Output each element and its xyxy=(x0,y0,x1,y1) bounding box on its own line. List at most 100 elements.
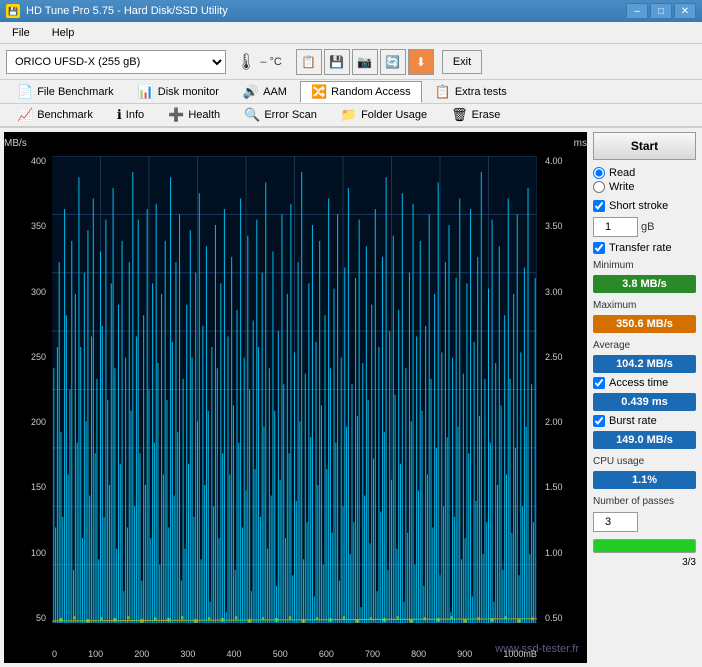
aam-icon: 🔊 xyxy=(243,84,259,100)
transfer-rate-input[interactable] xyxy=(593,242,605,254)
progress-bar-container xyxy=(593,539,696,553)
chart-container: 400 350 300 250 200 150 100 50 MB/s ms xyxy=(4,132,587,663)
minimum-label: Minimum xyxy=(593,260,696,271)
y-label-100: 100 xyxy=(31,548,46,558)
x-label-800: 800 xyxy=(411,649,426,659)
y-label-150: 150 xyxy=(31,482,46,492)
window-title: HD Tune Pro 5.75 - Hard Disk/SSD Utility xyxy=(26,5,228,17)
temp-icon: 🌡 xyxy=(236,52,256,72)
icon-btn-4[interactable]: 🔄 xyxy=(380,49,406,75)
y-right-label-150: 1.50 xyxy=(545,482,563,492)
icon-btn-1[interactable]: 📋 xyxy=(296,49,322,75)
start-button[interactable]: Start xyxy=(593,132,696,160)
transfer-rate-checkbox[interactable]: Transfer rate xyxy=(593,242,696,254)
tab-folder-usage[interactable]: 📁 Folder Usage xyxy=(330,104,438,126)
progress-label: 3/3 xyxy=(682,557,696,568)
access-time-checkbox[interactable]: Access time xyxy=(593,377,696,389)
tab-folder-usage-label: Folder Usage xyxy=(361,109,427,121)
average-label: Average xyxy=(593,340,696,351)
short-stroke-value[interactable] xyxy=(593,217,638,237)
tab-health-label: Health xyxy=(188,109,220,121)
tab-random-access-label: Random Access xyxy=(331,86,410,98)
tab-file-benchmark[interactable]: 📄 File Benchmark xyxy=(6,81,125,103)
icon-btn-3[interactable]: 📷 xyxy=(352,49,378,75)
access-time-label: Access time xyxy=(609,377,668,389)
chart-canvas xyxy=(52,156,537,623)
disk-monitor-icon: 📊 xyxy=(138,84,154,100)
x-axis: 0 100 200 300 400 500 600 700 800 900 10… xyxy=(52,649,537,659)
y-right-label-200: 2.00 xyxy=(545,417,563,427)
short-stroke-label: Short stroke xyxy=(609,200,668,212)
y-axis-right: 4.00 3.50 3.00 2.50 2.00 1.50 1.00 0.50 xyxy=(541,156,587,623)
y-right-label-300: 3.00 xyxy=(545,287,563,297)
burst-rate-checkbox[interactable]: Burst rate xyxy=(593,415,696,427)
short-stroke-checkbox[interactable]: Short stroke xyxy=(593,200,696,212)
watermark: www.ssd-tester.fr xyxy=(495,643,579,655)
tab-file-benchmark-label: File Benchmark xyxy=(37,86,113,98)
burst-rate-input[interactable] xyxy=(593,415,605,427)
random-access-icon: 🔀 xyxy=(311,84,327,100)
help-menu[interactable]: Help xyxy=(46,25,81,41)
exit-button[interactable]: Exit xyxy=(442,50,482,74)
tab-random-access[interactable]: 🔀 Random Access xyxy=(300,81,422,103)
icon-btn-2[interactable]: 💾 xyxy=(324,49,350,75)
radio-read[interactable]: Read xyxy=(593,167,696,179)
radio-read-label: Read xyxy=(609,167,635,179)
file-benchmark-icon: 📄 xyxy=(17,84,33,100)
radio-group-rw: Read Write xyxy=(593,167,696,193)
tab-health[interactable]: ➕ Health xyxy=(157,104,231,126)
short-stroke-input[interactable] xyxy=(593,200,605,212)
file-menu[interactable]: File xyxy=(6,25,36,41)
tab-benchmark[interactable]: 📈 Benchmark xyxy=(6,104,104,126)
x-label-200: 200 xyxy=(134,649,149,659)
tab-extra-tests[interactable]: 📋 Extra tests xyxy=(424,81,518,103)
y-right-label-350: 3.50 xyxy=(545,221,563,231)
passes-value[interactable] xyxy=(593,512,638,532)
tab-info[interactable]: ℹ Info xyxy=(106,104,155,126)
y-label-300: 300 xyxy=(31,287,46,297)
tab-disk-monitor[interactable]: 📊 Disk monitor xyxy=(127,81,230,103)
radio-read-input[interactable] xyxy=(593,167,605,179)
health-icon: ➕ xyxy=(168,107,184,123)
error-scan-icon: 🔍 xyxy=(244,107,260,123)
y-label-400: 400 xyxy=(31,156,46,166)
y-right-label-250: 2.50 xyxy=(545,352,563,362)
y-axis-label-mbs: MB/s xyxy=(4,138,27,149)
burst-rate-value: 149.0 MB/s xyxy=(593,431,696,449)
tab-erase[interactable]: 🗑 Erase xyxy=(440,104,511,126)
chart-svg xyxy=(52,156,537,623)
tab-disk-monitor-label: Disk monitor xyxy=(158,86,219,98)
tab-aam[interactable]: 🔊 AAM xyxy=(232,81,298,103)
x-label-900: 900 xyxy=(457,649,472,659)
tab-bar-1: 📄 File Benchmark 📊 Disk monitor 🔊 AAM 🔀 … xyxy=(0,80,702,104)
temp-display: 🌡 – °C xyxy=(236,52,282,72)
drive-select[interactable]: ORICO UFSD-X (255 gB) xyxy=(6,50,226,74)
tab-bar-2: 📈 Benchmark ℹ Info ➕ Health 🔍 Error Scan… xyxy=(0,104,702,128)
progress-bar-fill xyxy=(594,540,695,552)
radio-write[interactable]: Write xyxy=(593,181,696,193)
tab-erase-label: Erase xyxy=(472,109,501,121)
maximum-value: 350.6 MB/s xyxy=(593,315,696,333)
close-button[interactable]: ✕ xyxy=(674,3,696,19)
maximize-button[interactable]: □ xyxy=(650,3,672,19)
x-label-600: 600 xyxy=(319,649,334,659)
y-right-label-50: 0.50 xyxy=(545,613,563,623)
passes-row xyxy=(593,512,696,532)
benchmark-icon: 📈 xyxy=(17,107,33,123)
minimize-button[interactable]: – xyxy=(626,3,648,19)
access-time-input[interactable] xyxy=(593,377,605,389)
average-value: 104.2 MB/s xyxy=(593,355,696,373)
x-label-400: 400 xyxy=(227,649,242,659)
radio-write-input[interactable] xyxy=(593,181,605,193)
tab-info-label: Info xyxy=(126,109,144,121)
y-label-250: 250 xyxy=(31,352,46,362)
extra-tests-icon: 📋 xyxy=(435,84,451,100)
icon-btn-5[interactable]: ⬇ xyxy=(408,49,434,75)
toolbar-icons: 📋 💾 📷 🔄 ⬇ xyxy=(296,49,434,75)
tab-error-scan[interactable]: 🔍 Error Scan xyxy=(233,104,328,126)
minimum-value: 3.8 MB/s xyxy=(593,275,696,293)
passes-label: Number of passes xyxy=(593,496,696,507)
cpu-value: 1.1% xyxy=(593,471,696,489)
app-icon: 💾 xyxy=(6,4,20,18)
y-right-label-100: 1.00 xyxy=(545,548,563,558)
